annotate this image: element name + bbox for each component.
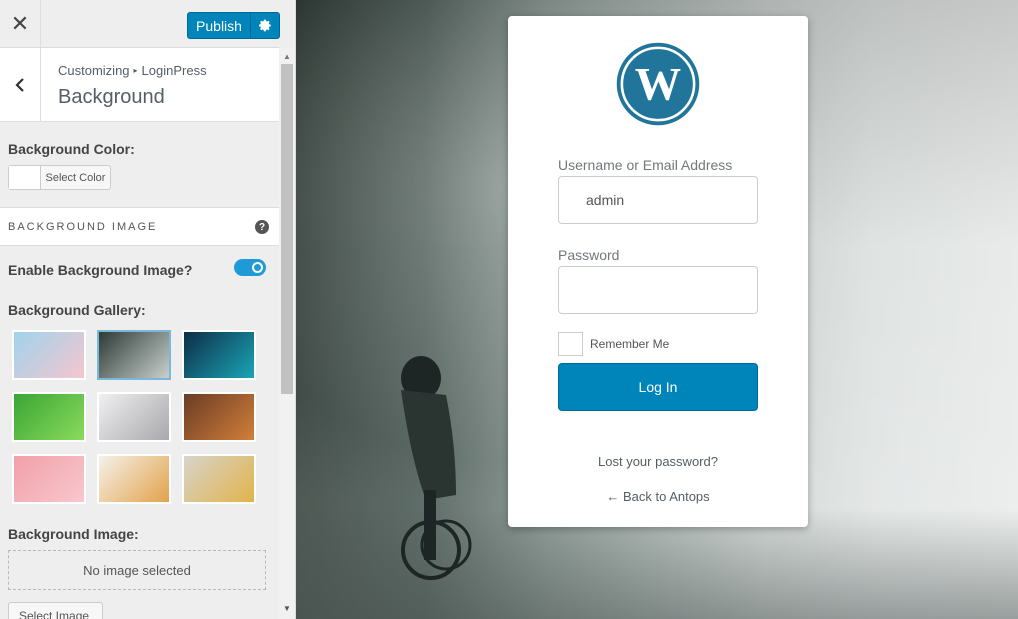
customizer-header: ✕ Publish <box>0 0 280 48</box>
gallery-pink-wood[interactable] <box>12 454 86 504</box>
publish-button[interactable]: Publish <box>188 13 251 38</box>
enable-bg-image-label: Enable Background Image? <box>8 262 193 278</box>
publish-control: Publish <box>187 12 280 39</box>
breadcrumb-separator-icon: ▸ <box>133 66 138 75</box>
gallery-label: Background Gallery: <box>8 302 146 318</box>
bg-image-label: Background Image: <box>8 526 139 542</box>
breadcrumb: Customizing ▸ LoginPress <box>58 63 207 78</box>
gallery-login-preview[interactable] <box>12 330 86 380</box>
breadcrumb-child: LoginPress <box>141 63 207 78</box>
gallery-green-leaves[interactable] <box>12 392 86 442</box>
username-label: Username or Email Address <box>558 157 733 173</box>
select-color-button[interactable]: Select Color <box>8 165 111 190</box>
remember-me-checkbox[interactable] <box>558 332 583 356</box>
svg-text:W: W <box>635 59 681 110</box>
section-header: Customizing ▸ LoginPress Background <box>0 48 279 122</box>
scrollbar-thumb[interactable] <box>281 64 293 394</box>
login-form-card: W Username or Email Address admin Passwo… <box>508 16 808 527</box>
color-swatch <box>9 166 41 189</box>
toggle-knob <box>252 262 263 273</box>
gear-icon <box>258 19 271 32</box>
close-icon: ✕ <box>10 11 30 36</box>
publish-settings-button[interactable] <box>251 13 279 38</box>
wordpress-logo-icon: W <box>616 42 700 126</box>
gallery-cat[interactable] <box>97 392 171 442</box>
no-image-placeholder: No image selected <box>8 550 266 590</box>
select-color-label: Select Color <box>45 171 106 184</box>
remember-me-label[interactable]: Remember Me <box>590 337 669 351</box>
chevron-left-icon <box>15 78 24 92</box>
section-title: Background <box>58 86 165 108</box>
gallery-aurora[interactable] <box>182 330 256 380</box>
bg-image-group-header: BACKGROUND IMAGE ? <box>0 207 279 246</box>
help-icon[interactable]: ? <box>255 220 269 234</box>
back-button[interactable] <box>0 48 41 122</box>
gallery-food[interactable] <box>182 454 256 504</box>
breadcrumb-parent: Customizing <box>58 63 130 78</box>
bg-color-label: Background Color: <box>8 141 135 157</box>
scroll-down-icon[interactable]: ▼ <box>283 604 291 613</box>
username-input[interactable]: admin <box>558 176 758 224</box>
password-label: Password <box>558 247 620 263</box>
back-to-site-link[interactable]: ← Back to Antops <box>508 489 808 504</box>
password-input[interactable] <box>558 266 758 314</box>
panel-scrollbar[interactable]: ▲ ▼ <box>279 48 295 619</box>
gallery-shop[interactable] <box>182 392 256 442</box>
close-button[interactable]: ✕ <box>0 0 41 48</box>
bg-image-group-title: BACKGROUND IMAGE <box>8 221 158 233</box>
select-image-button[interactable]: Select Image <box>8 602 103 619</box>
gallery-forest-cyclist[interactable] <box>97 330 171 380</box>
gallery-pencils[interactable] <box>97 454 171 504</box>
enable-bg-image-toggle[interactable] <box>234 259 266 276</box>
scroll-up-icon[interactable]: ▲ <box>283 52 291 61</box>
login-button[interactable]: Log In <box>558 363 758 411</box>
lost-password-link[interactable]: Lost your password? <box>508 454 808 469</box>
customizer-panel: ✕ Publish Customizing ▸ LoginPress Backgro… <box>0 0 296 619</box>
cyclist-silhouette <box>401 356 472 580</box>
